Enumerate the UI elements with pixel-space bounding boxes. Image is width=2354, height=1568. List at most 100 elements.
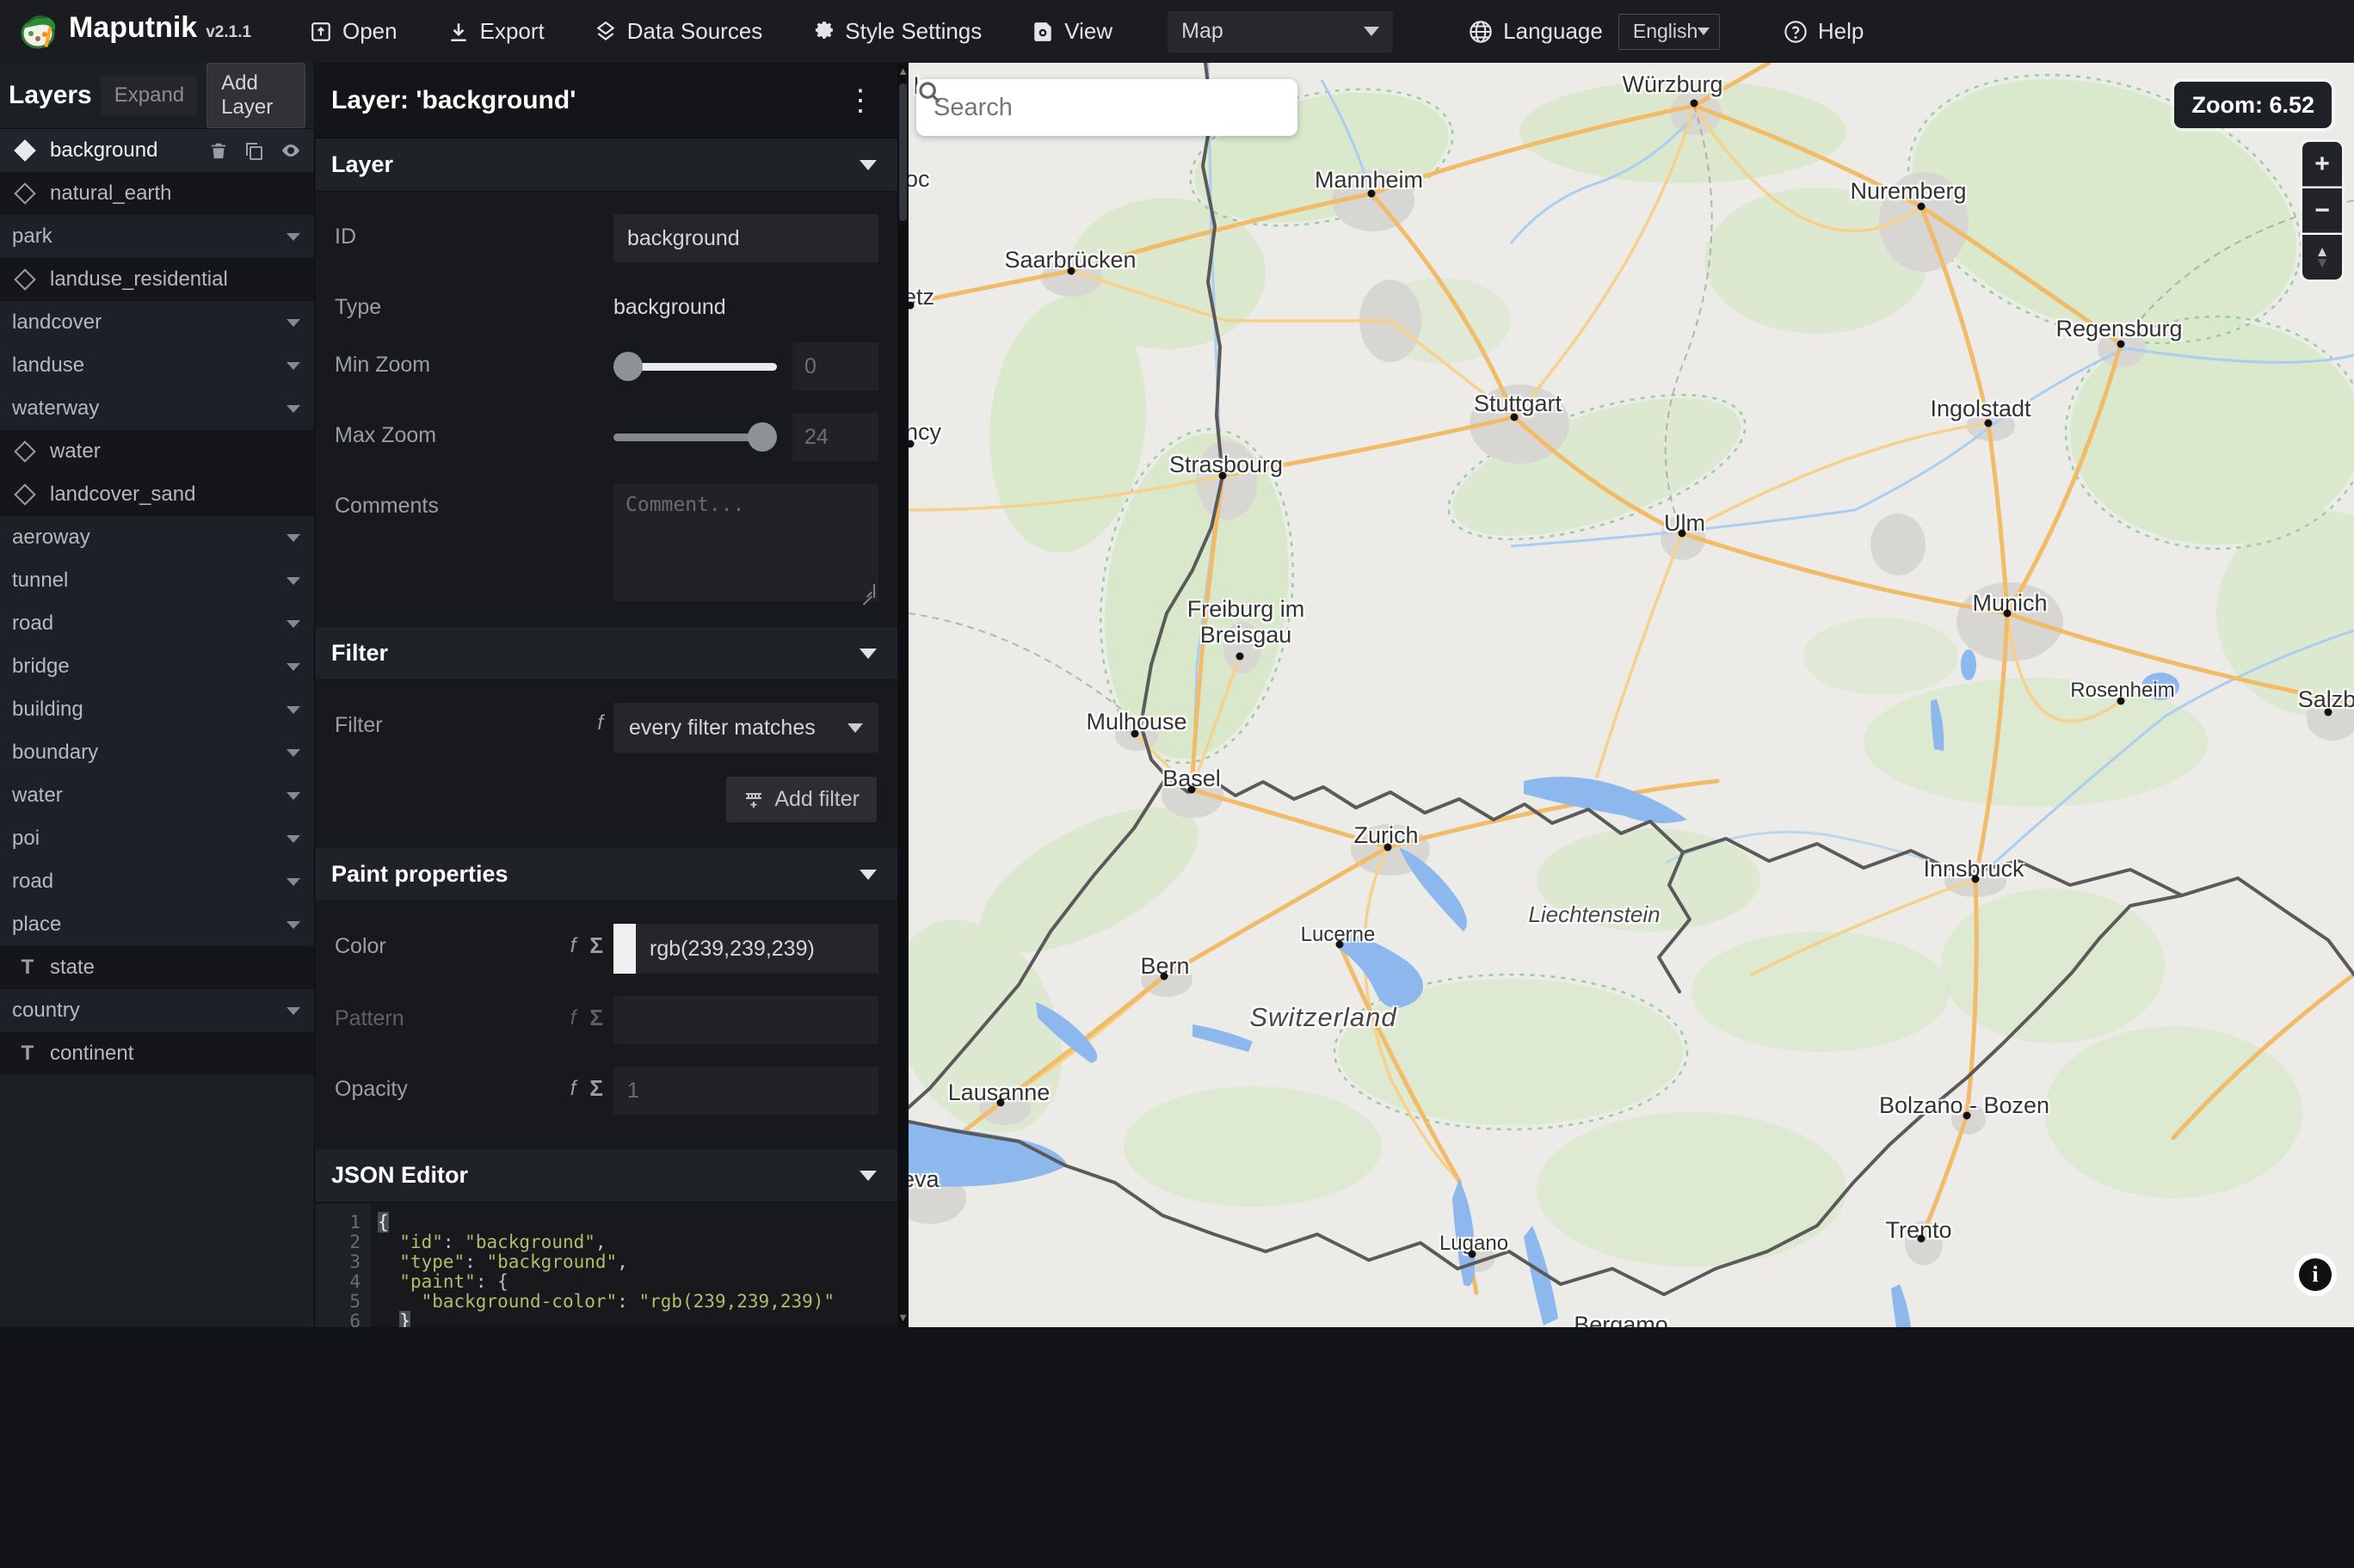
id-input[interactable]: background (613, 214, 878, 262)
filter-combinator-select[interactable]: every filter matches (613, 703, 878, 753)
sidebar-layer-road[interactable]: road (0, 602, 314, 645)
help-icon (1784, 20, 1807, 43)
visibility-icon[interactable] (280, 140, 302, 161)
layer-label: landcover (12, 311, 102, 334)
tilt-control-button[interactable]: ▲ ▼ (2302, 235, 2342, 280)
attribution-info-button[interactable]: i (2294, 1253, 2337, 1296)
open-button[interactable]: Open (310, 18, 397, 45)
sidebar-layer-road[interactable]: road (0, 860, 314, 903)
color-swatch[interactable] (613, 924, 636, 974)
editor-scrollbar[interactable]: ▲ ▼ (897, 63, 909, 1327)
min-zoom-slider[interactable] (613, 342, 777, 390)
section-filter[interactable]: Filter (316, 627, 897, 680)
duplicate-layer-icon[interactable] (243, 140, 264, 161)
slider-knob[interactable] (613, 352, 643, 381)
opacity-input[interactable]: 1 (613, 1067, 878, 1115)
sigma-icon[interactable]: Σ (589, 1075, 603, 1102)
sidebar-layer-landcover_sand[interactable]: landcover_sand (0, 473, 314, 516)
city-dot (1917, 202, 1926, 211)
city-dot (1335, 940, 1344, 949)
scroll-down-arrow[interactable]: ▼ (897, 1311, 909, 1324)
sidebar-layer-boundary[interactable]: boundary (0, 731, 314, 774)
chevron-down-icon (287, 791, 300, 800)
map-search-box[interactable]: Search (916, 79, 1297, 136)
sidebar-layer-waterway[interactable]: waterway (0, 387, 314, 430)
sidebar-layer-continent[interactable]: Tcontinent (0, 1032, 314, 1075)
pattern-input[interactable] (613, 996, 878, 1044)
sidebar-layer-tunnel[interactable]: tunnel (0, 559, 314, 602)
expand-button[interactable]: Expand (100, 76, 199, 115)
scroll-up-arrow[interactable]: ▲ (897, 65, 909, 77)
sidebar-layer-building[interactable]: building (0, 688, 314, 731)
city-dot (1218, 471, 1227, 480)
max-zoom-slider[interactable] (613, 413, 777, 461)
language-select[interactable]: English (1618, 13, 1720, 50)
view-button[interactable]: View (1032, 18, 1112, 45)
city-dot (1468, 1250, 1476, 1258)
layer-label: poi (12, 827, 40, 850)
fx-icon[interactable]: f (570, 934, 576, 958)
map-label: Freiburg im Breisgau (1186, 596, 1305, 648)
zoom-out-button[interactable]: − (2302, 188, 2342, 233)
min-zoom-input[interactable]: 0 (792, 342, 878, 390)
delete-layer-icon[interactable] (209, 140, 228, 161)
sidebar-layer-place[interactable]: place (0, 903, 314, 946)
fx-icon[interactable]: f (597, 711, 603, 735)
style-settings-button[interactable]: Style Settings (812, 18, 982, 45)
map-label: Liechtenstein (1528, 901, 1661, 927)
layer-list: background natural_earthpark landuse_resid… (0, 128, 314, 1075)
sidebar-layer-bridge[interactable]: bridge (0, 645, 314, 688)
chevron-down-icon (287, 705, 300, 714)
kebab-menu-icon[interactable]: ⋮ (846, 86, 875, 115)
sidebar-layer-poi[interactable]: poi (0, 817, 314, 860)
sidebar-layer-landcover[interactable]: landcover (0, 301, 314, 344)
section-layer[interactable]: Layer (316, 138, 897, 192)
city-dot (1678, 529, 1686, 538)
sidebar-layer-natural_earth[interactable]: natural_earth (0, 172, 314, 215)
sigma-icon[interactable]: Σ (589, 1005, 603, 1031)
section-paint[interactable]: Paint properties (316, 848, 897, 901)
export-icon (450, 22, 466, 41)
add-filter-button[interactable]: Add filter (726, 777, 877, 822)
chevron-down-icon (860, 869, 877, 880)
map-label: Ingolstadt (1930, 396, 2031, 421)
sigma-icon[interactable]: Σ (589, 932, 603, 959)
data-sources-label: Data Sources (626, 18, 763, 44)
view-select[interactable]: Map (1168, 10, 1394, 52)
slider-knob[interactable] (748, 422, 777, 452)
sidebar-layer-landuse[interactable]: landuse (0, 344, 314, 387)
sidebar-layer-water[interactable]: water (0, 774, 314, 817)
chevron-down-icon (1698, 28, 1710, 35)
scrollbar-thumb[interactable] (899, 83, 907, 221)
zoom-in-button[interactable]: + (2302, 142, 2342, 187)
type-label: Type (335, 295, 382, 319)
view-label: View (1064, 18, 1113, 44)
color-row: Color fΣ rgb(239,239,239) (316, 924, 897, 974)
sidebar-layer-state[interactable]: Tstate (0, 946, 314, 989)
comments-textarea[interactable]: Comment... (613, 483, 878, 601)
sidebar-layer-aeroway[interactable]: aeroway (0, 516, 314, 559)
layer-label: natural_earth (50, 181, 172, 205)
search-icon (919, 82, 940, 103)
section-json[interactable]: JSON Editor (316, 1149, 897, 1202)
add-layer-button[interactable]: Add Layer (206, 63, 305, 128)
sidebar-layer-park[interactable]: park (0, 215, 314, 258)
help-button[interactable]: Help (1784, 18, 1864, 45)
color-input[interactable]: rgb(239,239,239) (613, 924, 878, 974)
export-button[interactable]: Export (447, 18, 545, 45)
map-label: Mannheim (1314, 167, 1424, 193)
sidebar-layer-water[interactable]: water (0, 430, 314, 473)
max-zoom-input[interactable]: 24 (792, 413, 878, 461)
sidebar-layer-country[interactable]: country (0, 989, 314, 1032)
data-sources-button[interactable]: Data Sources (595, 18, 763, 45)
fx-icon[interactable]: f (570, 1006, 576, 1030)
layer-label: landuse (12, 354, 85, 377)
comments-row: Comments Comment... (316, 483, 897, 601)
fx-icon[interactable]: f (570, 1077, 576, 1101)
sidebar-layer-landuse_residential[interactable]: landuse_residential (0, 258, 314, 301)
resize-handle[interactable] (861, 584, 875, 598)
layer-label: landuse_residential (50, 267, 228, 291)
chevron-down-icon (1364, 27, 1380, 36)
map-viewport[interactable]: Search Zoom: 6.52 + − ▲▼ i bourgocWürzbu… (909, 63, 2354, 1327)
sidebar-layer-background[interactable]: background (0, 129, 314, 172)
